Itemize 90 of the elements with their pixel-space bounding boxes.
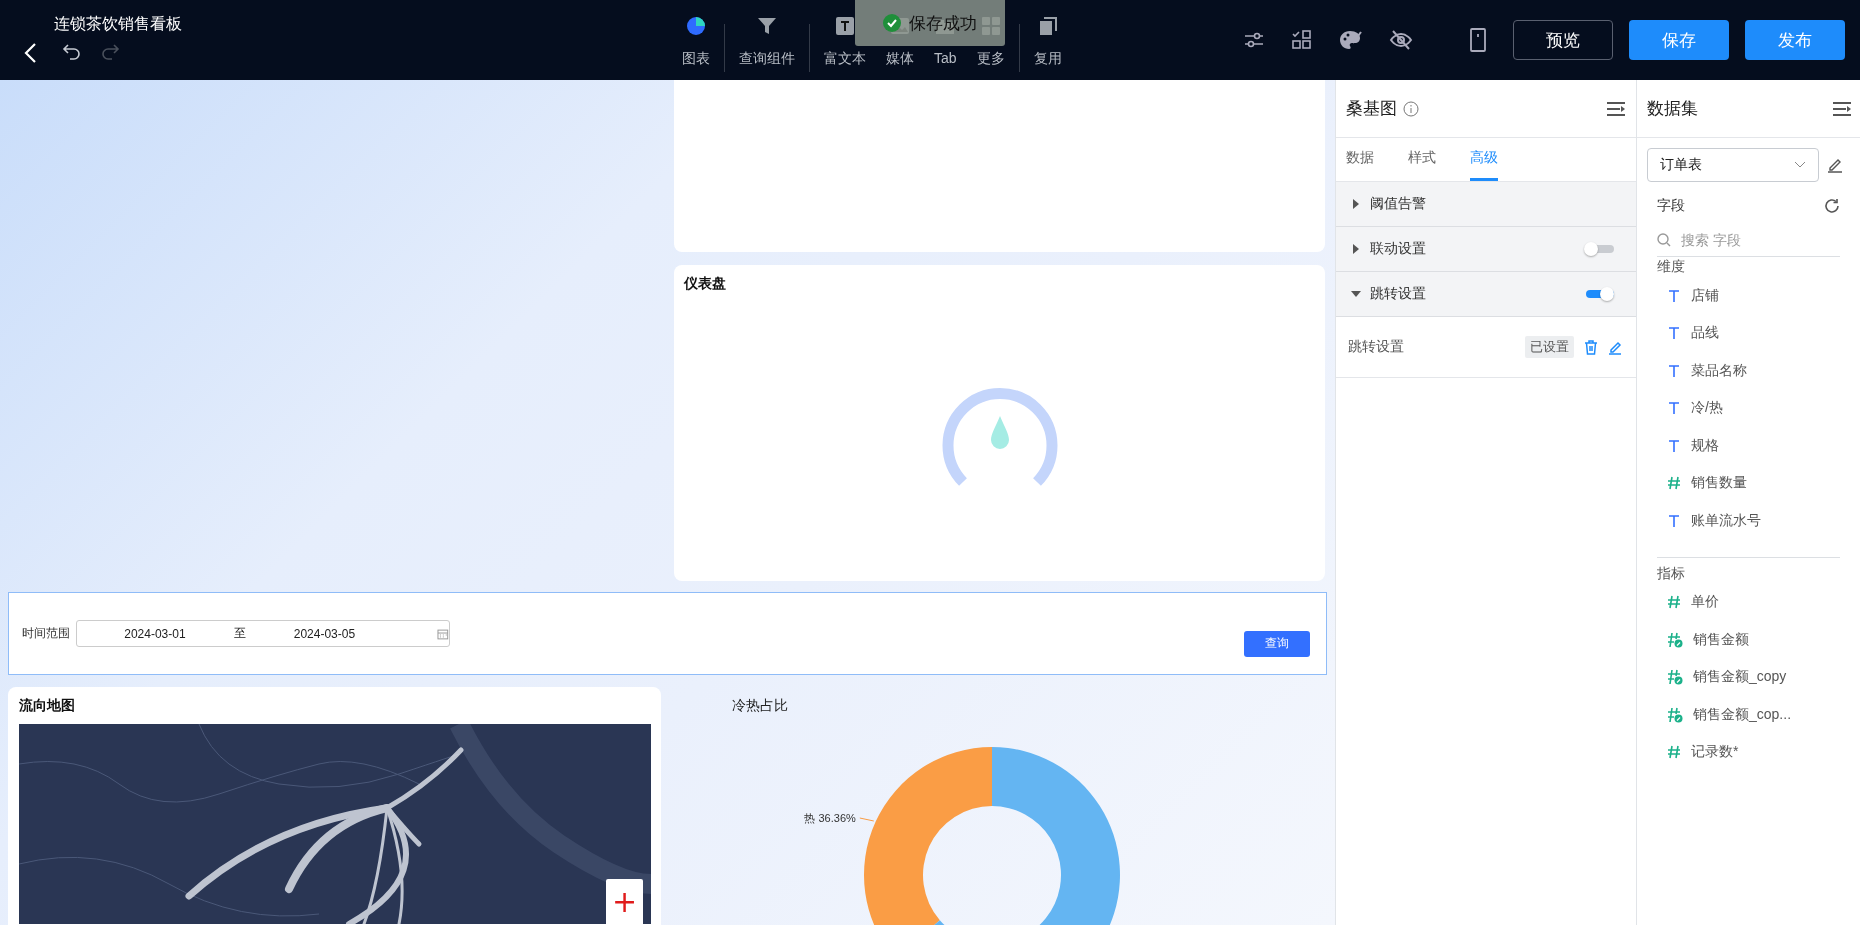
filter-icon xyxy=(757,16,777,36)
field-item[interactable]: 销售金额_copy xyxy=(1657,658,1840,696)
field-name: 销售金额 xyxy=(1693,630,1749,649)
field-item[interactable]: 店铺 xyxy=(1647,277,1850,315)
field-item[interactable]: 销售金额 xyxy=(1657,621,1840,659)
zoom-in-button[interactable]: + xyxy=(606,879,643,925)
collapse-panel-icon[interactable] xyxy=(1606,100,1626,117)
trash-icon[interactable] xyxy=(1584,339,1598,355)
number-type-icon xyxy=(1667,745,1681,760)
collapse-header[interactable]: 跳转设置 xyxy=(1336,272,1636,317)
field-name: 冷/热 xyxy=(1691,399,1723,418)
undo-button[interactable] xyxy=(62,41,82,61)
number-type-icon xyxy=(1667,476,1681,491)
query-button[interactable]: 查询 xyxy=(1244,630,1310,657)
collapse-header[interactable]: 联动设置 xyxy=(1336,227,1636,272)
panel-tab[interactable]: 样式 xyxy=(1408,138,1436,181)
field-item[interactable]: 品线 xyxy=(1647,314,1850,352)
toggle-switch[interactable] xyxy=(1584,242,1614,256)
panel-tab[interactable]: 数据 xyxy=(1346,138,1374,181)
search-icon xyxy=(1657,233,1671,247)
field-name: 店铺 xyxy=(1691,286,1719,305)
field-item[interactable]: 账单流水号 xyxy=(1647,502,1850,540)
search-field[interactable]: 搜索 字段 xyxy=(1681,226,1821,254)
number-type-icon xyxy=(1667,595,1681,610)
preview-button[interactable]: 预览 xyxy=(1513,20,1613,60)
field-label: 时间范围 xyxy=(22,625,70,642)
data-label: 热 36.36% xyxy=(804,812,856,824)
toggle-switch[interactable] xyxy=(1584,287,1614,301)
dashboard-title: 连锁茶饮销售看板 xyxy=(54,14,182,34)
edit-icon[interactable] xyxy=(1608,339,1622,355)
edit-icon[interactable] xyxy=(1827,157,1843,173)
chart-title: 冷热占比 xyxy=(732,697,788,715)
field-item[interactable]: 菜品名称 xyxy=(1647,352,1850,390)
field-name: 账单流水号 xyxy=(1691,511,1761,530)
checklist-icon[interactable] xyxy=(1291,29,1313,51)
end-date: 2024-03-05 xyxy=(292,626,357,641)
calculated-field-icon xyxy=(1667,706,1683,723)
text-type-icon xyxy=(1667,513,1681,528)
field-item[interactable]: 单价 xyxy=(1657,583,1840,621)
pie-chart-icon xyxy=(686,16,706,36)
section-label: 字段 xyxy=(1657,197,1685,215)
toolbar-button[interactable]: 图表 xyxy=(672,16,720,68)
check-circle-icon xyxy=(883,14,901,32)
dataset-select[interactable]: 订单表 xyxy=(1647,148,1819,182)
field-item[interactable]: 销售金额_cop... xyxy=(1657,696,1840,734)
toast-message: 保存成功 xyxy=(909,12,977,35)
group-title: 维度 xyxy=(1656,257,1686,276)
text-type-icon xyxy=(1667,288,1681,303)
collapse-panel-icon[interactable] xyxy=(1832,100,1852,117)
eye-off-icon[interactable] xyxy=(1389,29,1413,51)
field-item[interactable]: 销售数量 xyxy=(1647,464,1850,502)
calculated-field-icon xyxy=(1667,669,1683,686)
info-icon[interactable] xyxy=(1403,100,1419,117)
text-type-icon xyxy=(1667,438,1681,453)
calculated-field-icon xyxy=(1667,631,1683,648)
date-range-field[interactable]: 2024-03-01 至 2024-03-05 xyxy=(76,620,450,647)
text-icon xyxy=(835,16,855,36)
field-name: 品线 xyxy=(1691,324,1719,343)
text-type-icon xyxy=(1667,363,1681,378)
panel-title: 桑基图 xyxy=(1346,98,1397,120)
toolbar-button[interactable]: 复用 xyxy=(1023,16,1072,68)
card-title: 仪表盘 xyxy=(684,275,727,293)
text-type-icon xyxy=(1667,326,1681,341)
refresh-icon[interactable] xyxy=(1824,198,1840,214)
field-name: 销售金额_copy xyxy=(1693,668,1787,687)
field-name: 销售数量 xyxy=(1691,474,1747,493)
card-title: 流向地图 xyxy=(19,697,76,715)
toolbar-button[interactable]: 查询组件 xyxy=(729,16,805,68)
toolbar-button[interactable]: 富文本 xyxy=(814,16,876,68)
field-name: 销售金额_cop... xyxy=(1693,705,1792,724)
palette-icon[interactable] xyxy=(1339,29,1363,51)
setting-label: 跳转设置 xyxy=(1348,338,1404,356)
copy-icon xyxy=(1037,16,1058,36)
field-item[interactable]: 记录数* xyxy=(1657,733,1840,771)
field-name: 规格 xyxy=(1691,436,1719,455)
group-title: 指标 xyxy=(1657,563,1686,583)
field-name: 记录数* xyxy=(1691,743,1739,762)
panel-title: 数据集 xyxy=(1647,98,1698,120)
field-name: 单价 xyxy=(1691,593,1719,612)
tablet-icon[interactable] xyxy=(1469,28,1487,52)
field-item[interactable]: 规格 xyxy=(1647,427,1850,465)
status-tag: 已设置 xyxy=(1525,336,1574,358)
text-type-icon xyxy=(1667,401,1681,416)
leader-line xyxy=(859,817,875,822)
field-item[interactable]: 冷/热 xyxy=(1647,389,1850,427)
start-date: 2024-03-01 xyxy=(123,626,187,641)
range-separator: 至 xyxy=(232,625,247,642)
chevron-down-icon xyxy=(1794,161,1806,169)
field-name: 菜品名称 xyxy=(1691,361,1747,380)
collapse-header[interactable]: 阈值告警 xyxy=(1336,182,1636,227)
